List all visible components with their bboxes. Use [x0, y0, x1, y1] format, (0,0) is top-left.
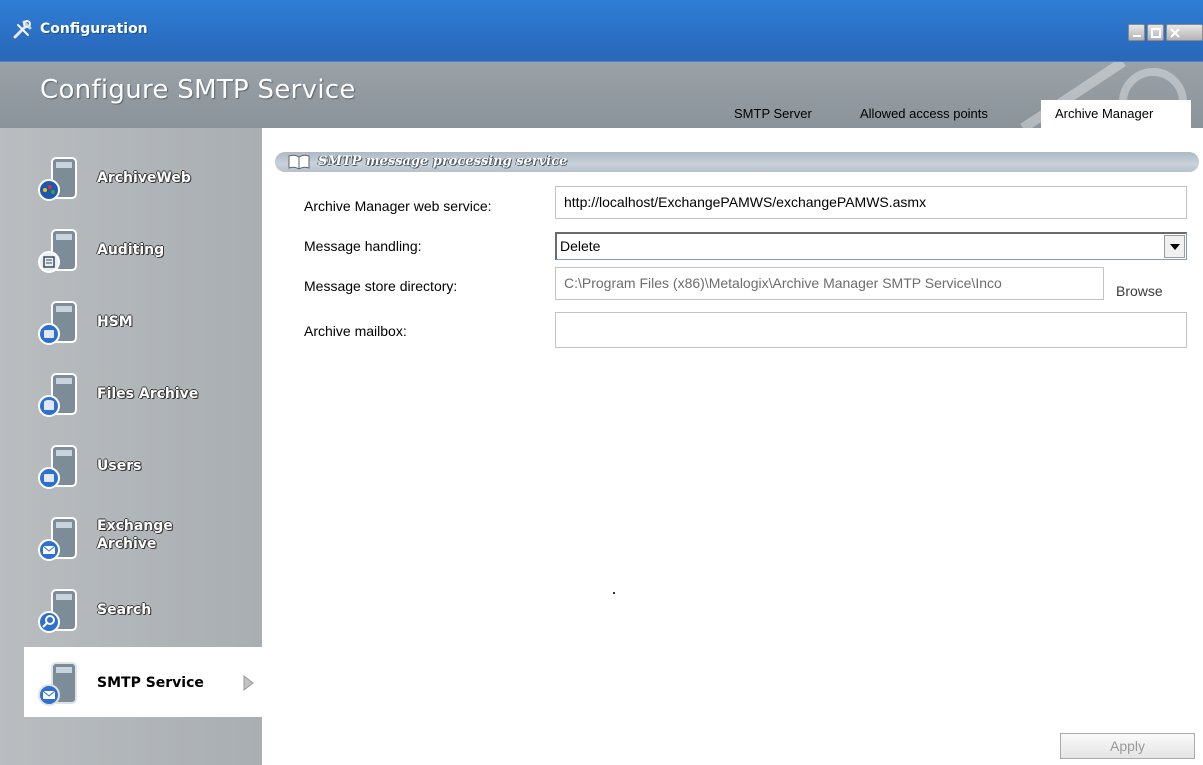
maximize-button[interactable] [1147, 24, 1164, 41]
mailbox-label: Archive mailbox: [304, 323, 407, 339]
group-title: SMTP message processing service [318, 154, 568, 169]
message-handling-value: Delete [560, 238, 601, 254]
sidebar-item-label: Auditing [97, 242, 165, 258]
sidebar-item-label: Search [97, 602, 152, 618]
sidebar-item-label: HSM [97, 314, 133, 330]
sidebar-item-label: SMTP Service [97, 675, 204, 691]
sidebar-item-archiveweb[interactable]: ArchiveWeb [0, 142, 262, 212]
web-service-input[interactable]: http://localhost/ExchangePAMWS/exchangeP… [555, 186, 1187, 219]
minimize-icon [1133, 35, 1141, 37]
page-title: Configure SMTP Service [40, 75, 356, 105]
close-button[interactable] [1166, 24, 1203, 41]
dropdown-button[interactable] [1164, 235, 1185, 258]
message-handling-label: Message handling: [304, 238, 422, 254]
chevron-right-icon [243, 675, 254, 691]
store-dir-label: Message store directory: [304, 278, 458, 294]
tab-allowed-access-points[interactable]: Allowed access points [850, 100, 998, 128]
stray-dot [613, 592, 615, 594]
archiveweb-server-icon [38, 157, 77, 201]
sidebar-item-label: Files Archive [97, 386, 199, 402]
browse-button[interactable]: Browse [1116, 283, 1163, 299]
sidebar-item-search[interactable]: Search [0, 574, 262, 644]
exchange-archive-server-icon [38, 517, 77, 561]
tab-smtp-server[interactable]: SMTP Server [724, 100, 822, 128]
archive-mailbox-input[interactable] [555, 312, 1187, 348]
auditing-server-icon [38, 229, 77, 273]
sidebar-item-label-line1: Exchange [97, 518, 173, 534]
smtp-server-icon [38, 662, 77, 706]
sidebar-item-hsm[interactable]: HSM [0, 286, 262, 356]
window-title: Configuration [40, 21, 148, 37]
main-panel [262, 128, 1203, 765]
page-header: Configure SMTP Service [0, 62, 1203, 128]
sidebar-item-exchange-archive[interactable]: Exchange Archive [0, 502, 262, 572]
book-icon [288, 154, 310, 170]
web-service-label: Archive Manager web service: [304, 198, 492, 214]
message-handling-select[interactable]: Delete [555, 232, 1187, 260]
users-server-icon [38, 445, 77, 489]
minimize-button[interactable] [1128, 24, 1145, 41]
sidebar-item-label: Users [97, 458, 142, 474]
sidebar-item-label-line2: Archive [97, 536, 157, 552]
close-icon [1170, 28, 1180, 38]
maximize-icon [1151, 28, 1161, 38]
sidebar-item-files-archive[interactable]: Files Archive [0, 358, 262, 428]
tools-icon [12, 18, 34, 40]
sidebar-item-label: ArchiveWeb [97, 170, 191, 186]
title-bar: Configuration [0, 0, 1203, 62]
sidebar-item-users[interactable]: Users [0, 430, 262, 500]
group-header: SMTP message processing service [275, 152, 1199, 172]
chevron-down-icon [1170, 244, 1180, 250]
hsm-server-icon [38, 301, 77, 345]
sidebar-item-auditing[interactable]: Auditing [0, 214, 262, 284]
files-archive-server-icon [38, 373, 77, 417]
search-server-icon [38, 589, 77, 633]
tab-archive-manager[interactable]: Archive Manager [1041, 100, 1191, 128]
sidebar-item-smtp-service[interactable]: SMTP Service [24, 647, 262, 717]
apply-button[interactable]: Apply [1060, 733, 1195, 759]
store-dir-input[interactable]: C:\Program Files (x86)\Metalogix\Archive… [555, 267, 1104, 300]
